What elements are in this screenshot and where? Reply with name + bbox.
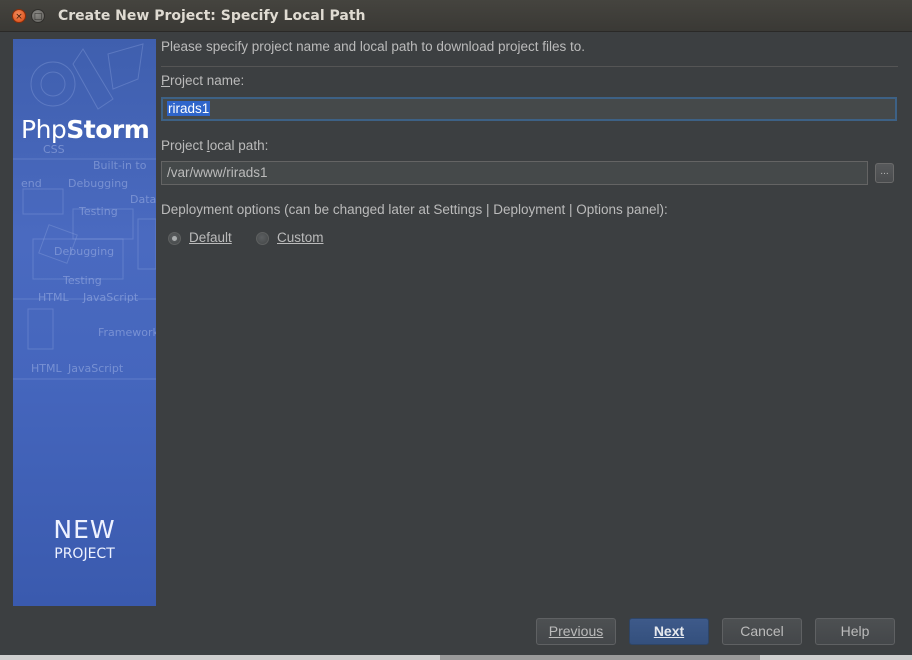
separator xyxy=(161,66,898,67)
phpstorm-logo: PhpStorm xyxy=(21,115,150,144)
phpstorm-banner: Built-in to Debugging Testing Data Debug… xyxy=(13,39,156,606)
maximize-icon[interactable]: □ xyxy=(31,9,45,23)
default-radio-label[interactable]: Default xyxy=(189,230,232,245)
logo-storm: Storm xyxy=(66,115,150,144)
project-name-label-text: roject name: xyxy=(170,73,245,88)
next-button-label: Next xyxy=(653,623,685,639)
local-path-label-pre: Project xyxy=(161,138,207,153)
banner-word: CSS xyxy=(43,143,65,156)
project-name-label: Project name: xyxy=(161,73,244,88)
banner-word: end xyxy=(21,177,42,190)
banner-word: Testing xyxy=(62,274,102,287)
banner-word: HTML xyxy=(31,362,62,375)
title-bar: × □ Create New Project: Specify Local Pa… xyxy=(0,0,912,32)
logo-php: Php xyxy=(21,115,67,144)
new-label: NEW xyxy=(53,515,116,544)
project-label: PROJECT xyxy=(54,546,115,562)
banner-word: HTML xyxy=(38,291,69,304)
project-name-value: rirads1 xyxy=(167,101,211,116)
previous-button[interactable]: Previous xyxy=(536,618,616,645)
background-window-edge xyxy=(0,655,912,660)
next-button[interactable]: Next xyxy=(629,618,709,645)
banner-word: Frameworks xyxy=(98,326,156,339)
default-option-text: Default xyxy=(189,230,232,245)
banner-word: Debugging xyxy=(68,177,128,190)
banner-word: Testing xyxy=(78,205,118,218)
close-icon[interactable]: × xyxy=(12,9,26,23)
local-path-label: Project local path: xyxy=(161,138,268,153)
window-title: Create New Project: Specify Local Path xyxy=(58,8,366,24)
banner-word: Data xyxy=(130,193,156,206)
local-path-label-post: ocal path: xyxy=(209,138,269,153)
custom-option-text: Custom xyxy=(277,230,324,245)
mnemonic-p: P xyxy=(161,73,171,88)
radio-selected-dot xyxy=(172,236,177,241)
local-path-value: /var/www/rirads1 xyxy=(167,165,268,180)
banner-word: JavaScript xyxy=(82,291,139,304)
help-button[interactable]: Help xyxy=(815,618,895,645)
custom-radio-label[interactable]: Custom xyxy=(277,230,324,245)
banner-word: JavaScript xyxy=(67,362,124,375)
banner-word: Built-in to xyxy=(93,159,147,172)
default-radio[interactable] xyxy=(168,232,181,245)
background-window-text xyxy=(440,655,760,660)
local-path-input[interactable]: /var/www/rirads1 xyxy=(161,161,868,185)
project-name-input[interactable]: rirads1 xyxy=(161,97,897,121)
custom-radio[interactable] xyxy=(256,232,269,245)
banner-word: Debugging xyxy=(54,245,114,258)
deployment-label: Deployment options (can be changed later… xyxy=(161,202,668,217)
browse-button[interactable]: ... xyxy=(875,163,894,183)
intro-text: Please specify project name and local pa… xyxy=(161,39,585,54)
previous-button-label: Previous xyxy=(548,623,604,639)
cancel-button[interactable]: Cancel xyxy=(722,618,802,645)
